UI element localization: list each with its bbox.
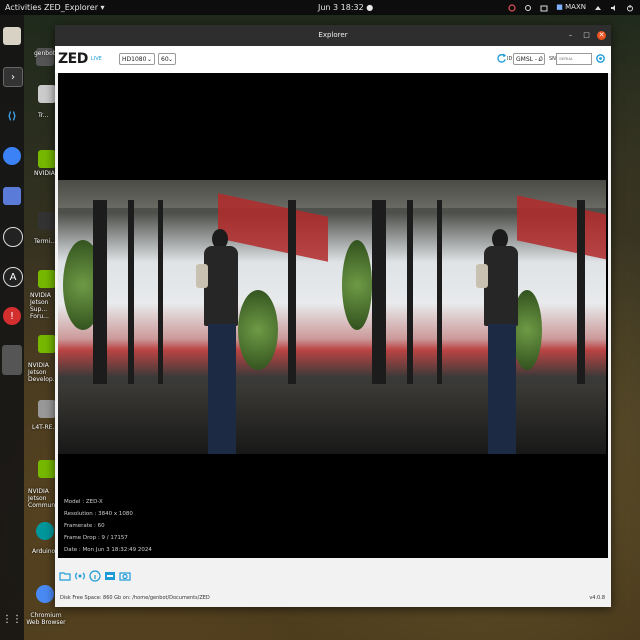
obs-icon[interactable] — [3, 227, 23, 247]
document-icon[interactable] — [38, 400, 56, 418]
refresh-icon[interactable] — [496, 53, 507, 64]
resolution-value: HD1080 — [122, 56, 147, 63]
toolbar: ZED LIVE HD1080 ⌄ 60 ⌄ ID GMSL - 0 ⌄ SN — [55, 46, 611, 73]
camera-snapshot-icon[interactable] — [119, 570, 131, 582]
camera-select[interactable]: GMSL - 0 ⌄ — [513, 53, 545, 65]
desktop-item-label: NVIDIA Jetson Develop... — [28, 362, 59, 383]
stream-icon[interactable] — [74, 570, 86, 582]
app-menu[interactable]: ZED_Explorer ▾ — [44, 0, 105, 15]
clock-label: Jun 3 18:32 — [318, 3, 364, 12]
screenshot-icon[interactable] — [3, 187, 21, 205]
dock: › ⟨⟩ A ! ⋮⋮ — [0, 15, 24, 640]
desktop-item-label: Termi... — [34, 238, 56, 245]
settings-icon[interactable] — [595, 53, 606, 64]
explorer-window: Explorer – □ ✕ ZED LIVE HD1080 ⌄ 60 ⌄ ID G… — [55, 25, 611, 607]
person-bag — [196, 264, 208, 288]
app-menu-label: ZED_Explorer — [44, 3, 99, 12]
zed-logo: ZED — [58, 51, 88, 67]
person-torso — [204, 246, 238, 326]
gear-icon[interactable] — [524, 4, 532, 12]
minimize-button[interactable]: – — [566, 31, 575, 40]
chevron-down-icon: ⌄ — [536, 56, 542, 63]
floor — [332, 384, 606, 454]
power-mode-label: MAXN — [565, 3, 586, 11]
info-framerate: Framerate : 60 — [64, 523, 105, 529]
desktop-item-label: Tr... — [38, 112, 49, 119]
person — [196, 224, 240, 454]
system-tray: ■ MAXN — [508, 0, 634, 15]
nvidia-forum-icon[interactable] — [38, 270, 56, 288]
terminal-icon[interactable]: › — [3, 67, 23, 87]
network-icon[interactable] — [594, 4, 602, 12]
power-icon[interactable] — [626, 4, 634, 12]
bottom-bar: Disk Free Space: 860 Gb on: /home/genbot… — [55, 558, 611, 607]
desktop-item-label: genbot — [34, 50, 56, 57]
left-camera-view — [58, 180, 332, 454]
info-frame-drop: Frame Drop : 9 / 17157 — [64, 535, 128, 541]
nvidia-developer-icon[interactable] — [38, 335, 56, 353]
maximize-button[interactable]: □ — [582, 31, 591, 40]
id-label: ID — [507, 56, 513, 62]
clock[interactable]: Jun 3 18:32 ● — [318, 0, 373, 15]
dropbox-icon[interactable] — [540, 4, 548, 12]
info-date: Date : Mon Jun 3 18:32:49 2024 — [64, 547, 152, 553]
close-button[interactable]: ✕ — [597, 31, 606, 40]
info-model: Model : ZED-X — [64, 499, 103, 505]
serial-number-input[interactable] — [556, 53, 592, 65]
nvidia-icon[interactable] — [508, 3, 516, 12]
info-icon[interactable] — [89, 570, 101, 582]
tree — [238, 290, 278, 370]
resolution-select[interactable]: HD1080 ⌄ — [119, 53, 155, 65]
live-label: LIVE — [91, 56, 102, 62]
person-legs — [208, 324, 236, 454]
floor — [58, 384, 332, 454]
vscode-icon[interactable]: ⟨⟩ — [3, 107, 21, 125]
right-camera-view — [332, 180, 606, 454]
person-bag — [476, 264, 488, 288]
volume-icon[interactable] — [610, 4, 618, 12]
arduino-icon[interactable] — [36, 522, 54, 540]
activities-button[interactable]: Activities — [5, 0, 42, 15]
app-grid-icon[interactable]: ⋮⋮ — [2, 610, 22, 628]
title-bar[interactable]: Explorer – □ ✕ — [55, 25, 611, 46]
status-text: Disk Free Space: 860 Gb on: /home/genbot… — [60, 595, 210, 601]
version-label: v4.0.8 — [589, 595, 605, 601]
chromium-desktop-icon[interactable] — [36, 585, 54, 603]
person-legs — [488, 324, 516, 454]
person-torso — [484, 246, 518, 326]
ubuntu-software-icon[interactable]: A — [3, 267, 23, 287]
desktop-item-label: NVIDIA Jetson Sup... Foru... — [30, 292, 51, 320]
chevron-down-icon: ⌄ — [167, 56, 173, 63]
folder-icon[interactable] — [59, 570, 71, 582]
terminal-desktop-icon[interactable] — [38, 212, 56, 230]
chevron-down-icon: ⌄ — [146, 56, 152, 63]
fps-select[interactable]: 60 ⌄ — [158, 53, 176, 65]
chromium-icon[interactable] — [3, 147, 21, 165]
trash-icon[interactable] — [38, 85, 56, 103]
window-title: Explorer — [318, 31, 348, 39]
nvidia-community-icon[interactable] — [38, 460, 56, 478]
video-viewport[interactable]: Model : ZED-X Resolution : 3840 x 1080 F… — [58, 73, 608, 558]
sn-label: SN — [549, 56, 556, 62]
power-mode[interactable]: ■ MAXN — [556, 0, 586, 15]
desktop-item-label: Chromium Web Browser — [26, 612, 66, 626]
desktop-item-label: NVIDIA Jetson Commun... — [28, 488, 61, 509]
files-icon[interactable] — [3, 27, 21, 45]
person — [476, 224, 520, 454]
active-app-highlight[interactable] — [2, 345, 22, 375]
svo-icon[interactable] — [104, 570, 116, 582]
tree — [342, 240, 372, 330]
top-bar: Activities ZED_Explorer ▾ Jun 3 18:32 ● … — [0, 0, 640, 15]
help-icon[interactable]: ! — [3, 307, 21, 325]
info-resolution: Resolution : 3840 x 1080 — [64, 511, 133, 517]
nvidia-jetson-icon[interactable] — [38, 150, 56, 168]
